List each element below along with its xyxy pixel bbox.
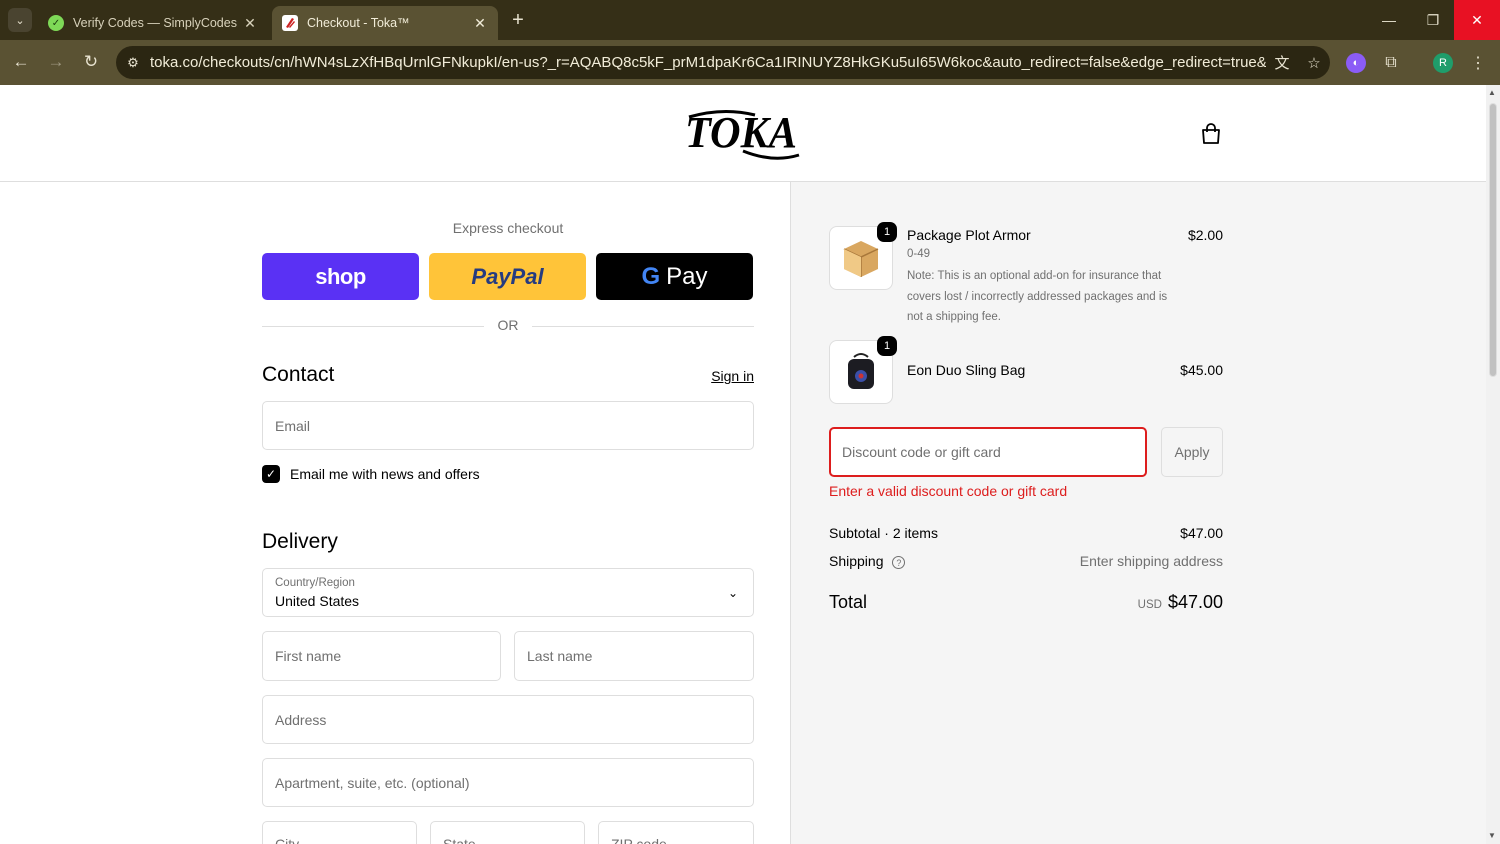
scroll-up-icon[interactable]: ▲ xyxy=(1488,88,1496,97)
tab-search-icon[interactable]: ⌄ xyxy=(8,8,32,32)
paypal-button[interactable]: PayPal xyxy=(429,253,586,300)
or-label: OR xyxy=(497,317,519,333)
first-name-field[interactable]: First name xyxy=(262,631,501,681)
newsletter-label: Email me with news and offers xyxy=(290,466,480,482)
item-name: Eon Duo Sling Bag xyxy=(907,362,1026,378)
toka-logo[interactable]: TOKA xyxy=(683,105,803,163)
subtotal-value: $47.00 xyxy=(1180,525,1223,541)
google-pay-button[interactable]: G Pay xyxy=(596,253,753,300)
browser-menu-icon[interactable]: ⋮ xyxy=(1468,53,1488,73)
city-field[interactable]: City xyxy=(262,821,417,844)
close-tab-icon[interactable]: ✕ xyxy=(242,15,258,32)
apartment-placeholder: Apartment, suite, etc. (optional) xyxy=(275,774,470,791)
country-value: United States xyxy=(275,593,360,609)
subtotal-label: Subtotal · 2 items xyxy=(829,525,938,541)
help-circle-icon[interactable]: ? xyxy=(892,556,906,569)
tab-title: Verify Codes — SimplyCodes xyxy=(73,16,237,30)
translate-icon[interactable]: 文 xyxy=(1266,52,1298,73)
back-icon[interactable]: ← xyxy=(9,50,33,74)
toka-icon xyxy=(282,15,298,31)
shipping-label: Shipping xyxy=(829,553,884,569)
zip-placeholder: ZIP code xyxy=(611,836,667,844)
country-label: Country/Region xyxy=(275,577,355,589)
tab-simplycodes[interactable]: ✓ Verify Codes — SimplyCodes ✕ xyxy=(38,6,268,40)
sign-in-link[interactable]: Sign in xyxy=(690,368,754,384)
window-close-icon[interactable]: ✕ xyxy=(1454,0,1500,40)
page-scrollbar[interactable]: ▲ ▼ xyxy=(1486,85,1500,844)
line-item: 1 Eon Duo Sling Bag $45.00 xyxy=(829,336,1223,404)
address-placeholder: Address xyxy=(275,711,327,728)
profile-avatar[interactable]: R xyxy=(1433,53,1453,73)
google-g-icon: G xyxy=(641,262,661,290)
apartment-field[interactable]: Apartment, suite, etc. (optional) xyxy=(262,758,754,807)
tab-title: Checkout - Toka™ xyxy=(307,16,410,30)
country-select[interactable]: Country/Region United States ⌄ xyxy=(262,568,754,617)
zip-field[interactable]: ZIP code xyxy=(598,821,754,844)
delivery-heading: Delivery xyxy=(262,530,338,553)
browser-chrome: ⌄ ✓ Verify Codes — SimplyCodes ✕ Checkou… xyxy=(0,0,1500,85)
express-checkout-title: Express checkout xyxy=(452,220,564,236)
bookmark-star-icon[interactable]: ☆ xyxy=(1298,54,1330,72)
address-bar[interactable]: ⚙ toka.co/checkouts/cn/hWN4sLzXfHBqUrnlG… xyxy=(116,46,1330,79)
shipping-value: Enter shipping address xyxy=(1079,553,1223,569)
tab-strip: ⌄ ✓ Verify Codes — SimplyCodes ✕ Checkou… xyxy=(0,0,1500,40)
forward-icon[interactable]: → xyxy=(44,50,68,74)
shop-pay-button[interactable]: shop xyxy=(262,253,419,300)
chevron-down-icon: ⌄ xyxy=(727,586,738,600)
restore-icon[interactable]: ❐ xyxy=(1410,0,1456,40)
shop-pay-label: shop xyxy=(315,263,366,289)
url-text[interactable]: toka.co/checkouts/cn/hWN4sLzXfHBqUrnlGFN… xyxy=(150,54,1266,71)
extension-icon[interactable]: ◐ xyxy=(1346,53,1366,73)
checkout-page: TOKA Express checkout shop PayPal G Pay … xyxy=(0,85,1486,844)
shopping-bag-icon[interactable] xyxy=(1199,122,1223,146)
quantity-badge: 1 xyxy=(877,336,897,356)
or-divider: OR xyxy=(262,317,754,337)
browser-toolbar: ← → ↻ ⚙ toka.co/checkouts/cn/hWN4sLzXfHB… xyxy=(0,40,1500,85)
city-placeholder: City xyxy=(275,836,300,844)
site-info-icon[interactable]: ⚙ xyxy=(116,55,150,71)
google-pay-label: Pay xyxy=(666,262,708,290)
shipping-row: Shipping ? Enter shipping address xyxy=(829,553,1223,569)
discount-error-message: Enter a valid discount code or gift card xyxy=(829,483,1068,499)
last-name-placeholder: Last name xyxy=(527,648,593,664)
item-note: Note: This is an optional add-on for ins… xyxy=(907,270,1168,323)
item-price: $45.00 xyxy=(1180,362,1223,378)
quantity-badge: 1 xyxy=(877,222,897,242)
newsletter-checkbox[interactable]: ✓ xyxy=(262,465,280,483)
address-field[interactable]: Address xyxy=(262,695,754,744)
extensions-puzzle-icon[interactable]: ⧉ xyxy=(1381,53,1401,73)
minimize-icon[interactable]: — xyxy=(1366,0,1412,40)
discount-placeholder: Discount code or gift card xyxy=(842,444,1001,460)
scrollbar-thumb[interactable] xyxy=(1489,103,1497,377)
simplycodes-icon: ✓ xyxy=(48,15,64,31)
total-currency: USD xyxy=(1137,599,1162,611)
apply-button[interactable]: Apply xyxy=(1161,427,1223,477)
item-price: $2.00 xyxy=(1187,227,1223,243)
discount-input[interactable]: Discount code or gift card xyxy=(829,427,1147,477)
sling-bag-icon xyxy=(848,353,874,389)
newsletter-checkbox-row[interactable]: ✓ Email me with news and offers xyxy=(262,465,480,483)
last-name-field[interactable]: Last name xyxy=(514,631,754,681)
tab-toka-checkout[interactable]: Checkout - Toka™ ✕ xyxy=(272,6,498,40)
email-placeholder: Email xyxy=(275,417,311,434)
line-item: 1 Package Plot Armor $2.00 0-49 Note: Th… xyxy=(829,222,1223,326)
contact-heading: Contact xyxy=(262,363,335,386)
scroll-down-icon[interactable]: ▼ xyxy=(1488,831,1496,840)
state-field[interactable]: State xyxy=(430,821,585,844)
new-tab-icon[interactable]: + xyxy=(508,9,528,32)
state-placeholder: State xyxy=(443,836,476,844)
item-name: Package Plot Armor xyxy=(907,227,1031,243)
total-value: $47.00 xyxy=(1167,592,1223,612)
total-amount: USD $47.00 xyxy=(1138,592,1223,613)
item-variant: 0-49 xyxy=(907,248,931,260)
first-name-placeholder: First name xyxy=(275,648,342,664)
package-box-icon xyxy=(843,241,879,277)
email-field[interactable]: Email xyxy=(262,401,754,450)
subtotal-row: Subtotal · 2 items $47.00 xyxy=(829,525,1223,541)
total-label: Total xyxy=(829,592,868,612)
reload-icon[interactable]: ↻ xyxy=(79,50,103,74)
close-tab-icon[interactable]: ✕ xyxy=(472,15,488,32)
paypal-label: PayPal xyxy=(471,263,544,289)
site-header: TOKA xyxy=(0,85,1486,182)
